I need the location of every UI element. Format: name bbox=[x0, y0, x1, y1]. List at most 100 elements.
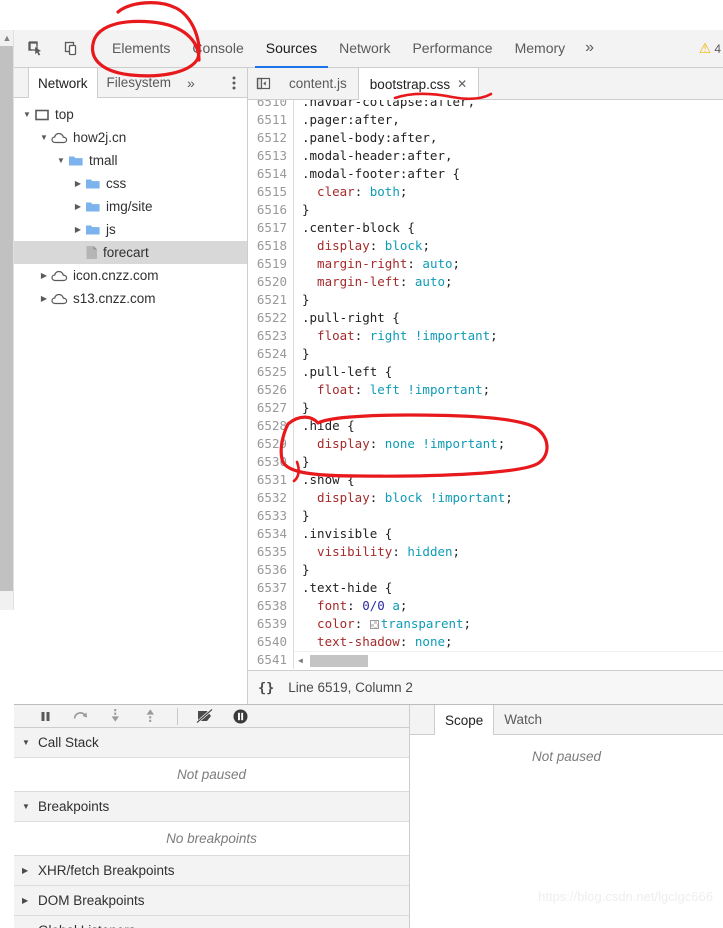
code-line[interactable]: 6540 text-shadow: none; bbox=[248, 633, 723, 651]
code-line[interactable]: 6535 visibility: hidden; bbox=[248, 543, 723, 561]
code-line[interactable]: 6513 .modal-header:after, bbox=[248, 147, 723, 165]
pretty-print-icon[interactable]: {} bbox=[258, 680, 274, 696]
tree-item-js[interactable]: ▶ js bbox=[14, 218, 247, 241]
code-viewport[interactable]: 6510 .navbar-collapse:after, 6511 .pager:af… bbox=[248, 100, 723, 670]
code-line[interactable]: 6510 .navbar-collapse:after, bbox=[248, 100, 723, 111]
line-number[interactable]: 6531 bbox=[248, 471, 294, 489]
tree-item-img-site[interactable]: ▶ img/site bbox=[14, 195, 247, 218]
tab-memory[interactable]: Memory bbox=[504, 30, 577, 68]
twisty-collapsed-icon[interactable]: ▶ bbox=[71, 218, 85, 241]
code-line[interactable]: 6518 display: block; bbox=[248, 237, 723, 255]
code-line[interactable]: 6517 .center-block { bbox=[248, 219, 723, 237]
more-options-icon[interactable] bbox=[221, 68, 247, 97]
twisty-expanded-icon[interactable]: ▼ bbox=[20, 103, 34, 126]
line-number[interactable]: 6516 bbox=[248, 201, 294, 219]
line-number[interactable]: 6510 bbox=[248, 100, 294, 111]
code-line[interactable]: 6520 margin-left: auto; bbox=[248, 273, 723, 291]
code-line[interactable]: 6525 .pull-left { bbox=[248, 363, 723, 381]
color-swatch-icon[interactable] bbox=[369, 620, 379, 629]
code-line[interactable]: 6523 float: right !important; bbox=[248, 327, 723, 345]
line-number[interactable]: 6522 bbox=[248, 309, 294, 327]
section-header-xhr-fetch-breakpoints[interactable]: ▶ XHR/fetch Breakpoints bbox=[14, 856, 409, 886]
code-line[interactable]: 6541 ◀ bbox=[248, 651, 723, 669]
twisty-collapsed-icon[interactable]: ▶ bbox=[37, 287, 51, 310]
navigator-tab-filesystem[interactable]: Filesystem bbox=[98, 68, 181, 97]
line-number[interactable]: 6526 bbox=[248, 381, 294, 399]
line-number[interactable]: 6517 bbox=[248, 219, 294, 237]
code-line[interactable]: 6532 display: block !important; bbox=[248, 489, 723, 507]
code-line[interactable]: 6536} bbox=[248, 561, 723, 579]
line-number[interactable]: 6519 bbox=[248, 255, 294, 273]
line-number[interactable]: 6521 bbox=[248, 291, 294, 309]
line-number[interactable]: 6515 bbox=[248, 183, 294, 201]
hscroll-thumb[interactable] bbox=[310, 655, 368, 667]
twisty-expanded-icon[interactable]: ▼ bbox=[22, 738, 32, 747]
page-scrollbar[interactable]: ▲ bbox=[0, 30, 14, 610]
code-line[interactable]: 6529 display: none !important; bbox=[248, 435, 723, 453]
tab-scope[interactable]: Scope bbox=[434, 705, 495, 735]
twisty-collapsed-icon[interactable]: ▶ bbox=[22, 866, 32, 875]
line-number[interactable]: 6539 bbox=[248, 615, 294, 633]
line-number[interactable]: 6513 bbox=[248, 147, 294, 165]
deactivate-breakpoints-icon[interactable] bbox=[194, 705, 216, 727]
code-line[interactable]: 6516} bbox=[248, 201, 723, 219]
code-line[interactable]: 6527} bbox=[248, 399, 723, 417]
pause-on-exceptions-icon[interactable] bbox=[229, 705, 251, 727]
code-line[interactable]: 6519 margin-right: auto; bbox=[248, 255, 723, 273]
more-panels-chevron-icon[interactable]: » bbox=[576, 30, 603, 68]
scrollbar-thumb[interactable] bbox=[0, 46, 13, 591]
line-number[interactable]: 6540 bbox=[248, 633, 294, 651]
tab-console[interactable]: Console bbox=[181, 30, 254, 68]
twisty-collapsed-icon[interactable]: ▶ bbox=[22, 896, 32, 905]
editor-tab-content-js[interactable]: content.js bbox=[278, 68, 358, 99]
line-number[interactable]: 6528 bbox=[248, 417, 294, 435]
line-number[interactable]: 6536 bbox=[248, 561, 294, 579]
section-header-dom-breakpoints[interactable]: ▶ DOM Breakpoints bbox=[14, 886, 409, 916]
code-line[interactable]: 6515 clear: both; bbox=[248, 183, 723, 201]
code-line[interactable]: 6514 .modal-footer:after { bbox=[248, 165, 723, 183]
editor-tab-bootstrap-css[interactable]: bootstrap.css ✕ bbox=[357, 68, 480, 100]
code-line[interactable]: 6522 .pull-right { bbox=[248, 309, 723, 327]
pause-icon[interactable] bbox=[34, 705, 56, 727]
step-out-icon[interactable] bbox=[139, 705, 161, 727]
line-number[interactable]: 6538 bbox=[248, 597, 294, 615]
tab-network[interactable]: Network bbox=[328, 30, 401, 68]
code-line[interactable]: 6537 .text-hide { bbox=[248, 579, 723, 597]
tab-elements[interactable]: Elements bbox=[101, 30, 181, 68]
close-icon[interactable]: ✕ bbox=[457, 77, 467, 91]
line-number[interactable]: 6535 bbox=[248, 543, 294, 561]
device-toolbar-icon[interactable] bbox=[56, 34, 86, 64]
navigator-tab-network[interactable]: Network bbox=[28, 68, 98, 98]
line-number[interactable]: 6512 bbox=[248, 129, 294, 147]
code-line[interactable]: 6524} bbox=[248, 345, 723, 363]
line-number[interactable]: 6514 bbox=[248, 165, 294, 183]
twisty-expanded-icon[interactable]: ▼ bbox=[22, 802, 32, 811]
tree-item-css[interactable]: ▶ css bbox=[14, 172, 247, 195]
tab-watch[interactable]: Watch bbox=[494, 705, 552, 734]
code-line[interactable]: 6511 .pager:after, bbox=[248, 111, 723, 129]
code-line[interactable]: 6531 .show { bbox=[248, 471, 723, 489]
tree-item-tmall[interactable]: ▼ tmall bbox=[14, 149, 247, 172]
twisty-expanded-icon[interactable]: ▼ bbox=[37, 126, 51, 149]
navigator-more-chevron-icon[interactable]: » bbox=[180, 68, 202, 97]
scroll-up-arrow-icon[interactable]: ▲ bbox=[2, 33, 12, 43]
line-number[interactable]: 6527 bbox=[248, 399, 294, 417]
line-number[interactable]: 6530 bbox=[248, 453, 294, 471]
line-number[interactable]: 6532 bbox=[248, 489, 294, 507]
tree-item-forecart[interactable]: forecart bbox=[14, 241, 247, 264]
inspect-element-icon[interactable] bbox=[20, 34, 50, 64]
section-header-call-stack[interactable]: ▼ Call Stack bbox=[14, 728, 409, 758]
code-line[interactable]: 6538 font: 0/0 a; bbox=[248, 597, 723, 615]
tab-performance[interactable]: Performance bbox=[401, 30, 503, 68]
code-line[interactable]: 6539 color: transparent; bbox=[248, 615, 723, 633]
code-line[interactable]: 6521} bbox=[248, 291, 723, 309]
warning-counter[interactable]: ⚠ 4 bbox=[699, 40, 723, 57]
step-into-icon[interactable] bbox=[104, 705, 126, 727]
section-header-global-listeners[interactable]: ▶Global Listeners bbox=[14, 916, 409, 928]
code-line[interactable]: 6533} bbox=[248, 507, 723, 525]
tree-item-s13-cnzz-com[interactable]: ▶ s13.cnzz.com bbox=[14, 287, 247, 310]
line-number[interactable]: 6520 bbox=[248, 273, 294, 291]
line-number[interactable]: 6523 bbox=[248, 327, 294, 345]
twisty-collapsed-icon[interactable]: ▶ bbox=[37, 264, 51, 287]
line-number[interactable]: 6518 bbox=[248, 237, 294, 255]
